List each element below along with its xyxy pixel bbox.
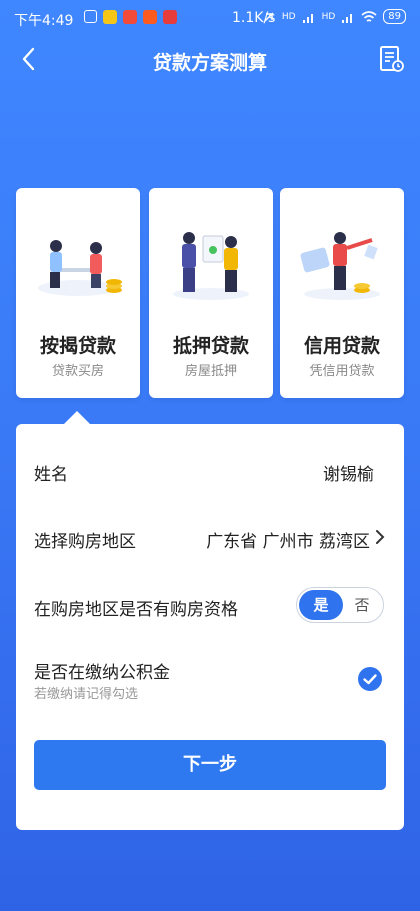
app-notification-icon	[103, 10, 117, 24]
name-label: 姓名	[34, 465, 68, 485]
loan-type-cards: 按揭贷款 贷款买房 抵押贷款 房屋抵押 信用贷款 凭信用贷款	[16, 188, 404, 400]
toggle-yes-option[interactable]: 是	[299, 590, 343, 620]
app-notification-icon	[143, 10, 157, 24]
provident-fund-row[interactable]: 是否在缴纳公积金	[34, 658, 386, 683]
card-subtitle: 贷款买房	[51, 364, 104, 379]
region-value[interactable]: 广东省 广州市 荔湾区	[206, 527, 370, 552]
name-row[interactable]: 姓名 谢锡榆	[34, 460, 386, 485]
region-row[interactable]: 选择购房地区 广东省 广州市 荔湾区	[34, 527, 386, 552]
chevron-right-icon[interactable]	[374, 527, 386, 547]
status-bar: 下午4:49 1.1K/s HD HD 89	[0, 0, 420, 38]
provident-fund-checkbox[interactable]	[358, 667, 382, 691]
provident-fund-hint: 若缴纳请记得勾选	[34, 687, 139, 702]
card-title: 信用贷款	[303, 335, 380, 357]
qualification-toggle[interactable]: 是 否	[296, 587, 384, 623]
record-history-icon[interactable]	[376, 44, 406, 74]
card-title: 抵押贷款	[172, 335, 249, 357]
app-notification-icon	[123, 10, 137, 24]
system-icons: HD HD 89	[262, 9, 406, 24]
signal-bars-icon	[342, 13, 353, 23]
silent-icon	[264, 11, 274, 22]
wifi-icon	[361, 10, 377, 22]
signal-icon: HD	[321, 11, 336, 22]
region-label: 选择购房地区	[34, 532, 136, 552]
app-notification-icon	[163, 10, 177, 24]
header: 贷款方案测算	[0, 38, 420, 82]
card-subtitle: 凭信用贷款	[309, 364, 375, 379]
card-mortgage-loan[interactable]: 按揭贷款 贷款买房	[16, 188, 140, 398]
toggle-no-option[interactable]: 否	[343, 590, 381, 620]
card-title: 按揭贷款	[39, 335, 116, 357]
battery-icon: 89	[383, 9, 406, 24]
collateral-illustration-icon	[173, 232, 249, 300]
notification-icons	[84, 10, 177, 24]
provident-fund-label: 是否在缴纳公积金	[34, 663, 170, 683]
next-step-button[interactable]: 下一步	[34, 740, 386, 790]
credit-illustration-icon	[300, 232, 380, 300]
card-collateral-loan[interactable]: 抵押贷款 房屋抵押	[149, 188, 273, 398]
card-subtitle: 房屋抵押	[184, 364, 237, 379]
card-credit-loan[interactable]: 信用贷款 凭信用贷款	[280, 188, 404, 398]
qualification-row: 在购房地区是否有购房资格 是 否	[34, 587, 386, 623]
loan-form: 姓名 谢锡榆 选择购房地区 广东省 广州市 荔湾区 在购房地区是否有购房资格 是…	[16, 424, 404, 830]
qualification-label: 在购房地区是否有购房资格	[34, 600, 238, 620]
checkmark-icon	[363, 674, 377, 685]
status-time: 下午4:49	[14, 13, 74, 29]
page-title: 贷款方案测算	[152, 52, 267, 74]
name-value[interactable]: 谢锡榆	[323, 460, 374, 485]
message-icon	[84, 10, 97, 23]
selected-card-pointer	[64, 411, 90, 424]
signal-bars-icon	[302, 13, 313, 23]
mortgage-illustration-icon	[38, 240, 122, 296]
signal-icon: HD	[281, 11, 296, 22]
